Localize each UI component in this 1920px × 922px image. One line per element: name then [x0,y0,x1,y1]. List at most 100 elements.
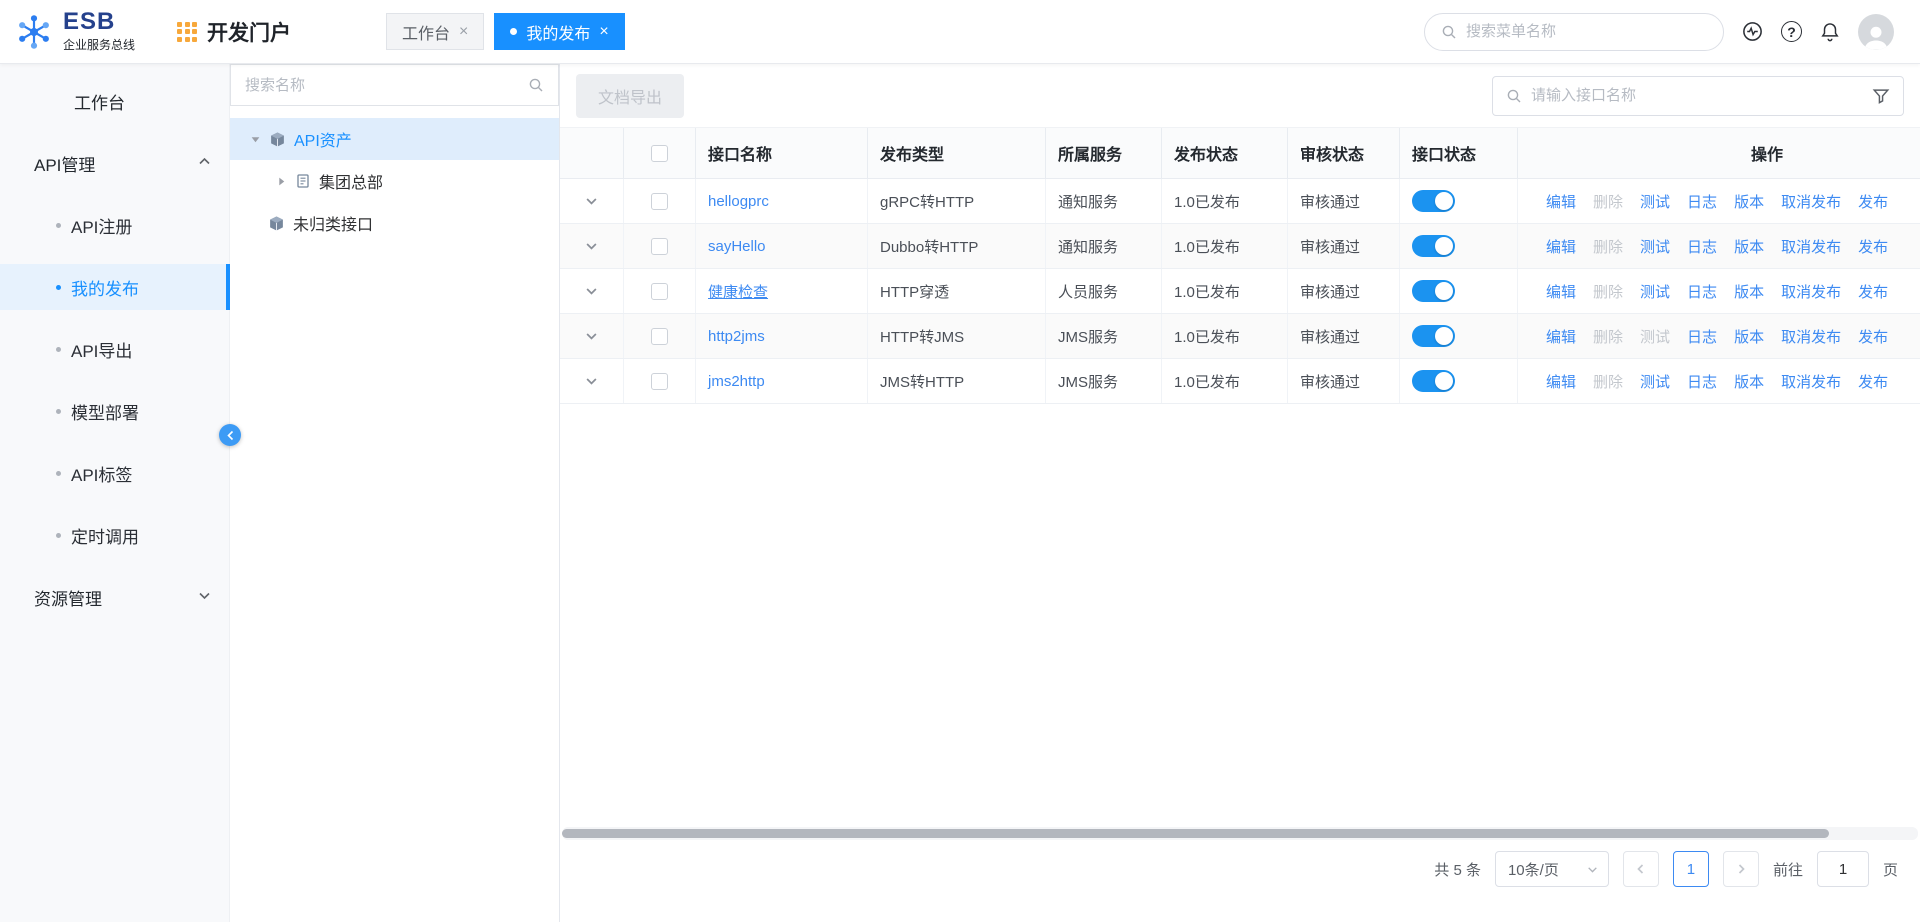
action-log-link[interactable]: 日志 [1687,371,1717,392]
action-publish-link[interactable]: 发布 [1858,236,1888,257]
sidebar-item-workbench[interactable]: 工作台 [0,78,229,124]
api-name-link[interactable]: 健康检查 [708,281,768,302]
sidebar-item-scheduled-call[interactable]: 定时调用 [0,512,229,558]
action-version-link[interactable]: 版本 [1734,281,1764,302]
action-delete-link[interactable]: 删除 [1593,191,1623,212]
action-edit-link[interactable]: 编辑 [1546,371,1576,392]
tab-my-publish[interactable]: 我的发布 × [494,13,625,50]
api-name-cell: http2jms [696,314,868,358]
action-test-link[interactable]: 测试 [1640,191,1670,212]
action-log-link[interactable]: 日志 [1687,236,1717,257]
row-checkbox[interactable] [651,372,668,390]
action-log-link[interactable]: 日志 [1687,281,1717,302]
tree-node-group-hq[interactable]: 集团总部 [230,160,559,202]
avatar[interactable] [1858,13,1894,50]
row-checkbox[interactable] [651,327,668,345]
row-select-cell [624,359,696,403]
api-name-link[interactable]: http2jms [708,328,765,345]
next-page-button[interactable] [1722,851,1759,887]
monitor-icon[interactable] [1741,20,1764,43]
api-status-toggle[interactable] [1412,370,1455,392]
row-checkbox[interactable] [651,282,668,300]
row-expand-icon[interactable] [584,194,599,209]
row-checkbox[interactable] [651,237,668,255]
sidebar-item-model-deploy[interactable]: 模型部署 [0,388,229,434]
filter-icon[interactable] [1872,87,1890,105]
api-name-cell: jms2http [696,359,868,403]
sidebar-group-resource-management[interactable]: 资源管理 [0,574,229,620]
scrollbar-thumb[interactable] [562,829,1829,838]
help-icon[interactable]: ? [1781,21,1802,42]
action-test-link[interactable]: 测试 [1640,281,1670,302]
action-edit-link[interactable]: 编辑 [1546,191,1576,212]
page-size-select[interactable]: 10条/页 [1494,851,1609,887]
api-status-toggle[interactable] [1412,325,1455,347]
sidebar-item-api-export[interactable]: API导出 [0,326,229,372]
menu-search-input[interactable] [1466,23,1707,40]
action-unpublish-link[interactable]: 取消发布 [1781,326,1841,347]
tab-close-icon[interactable]: × [599,23,608,41]
select-all-checkbox[interactable] [651,144,668,162]
sidebar-group-api-management[interactable]: API管理 [0,140,229,186]
action-test-link[interactable]: 测试 [1640,371,1670,392]
action-delete-link[interactable]: 删除 [1593,326,1623,347]
api-search-input[interactable] [1531,87,1863,104]
row-expand-icon[interactable] [584,374,599,389]
action-delete-link[interactable]: 删除 [1593,281,1623,302]
api-status-toggle[interactable] [1412,235,1455,257]
api-name-link[interactable]: sayHello [708,238,766,255]
action-publish-link[interactable]: 发布 [1858,191,1888,212]
action-edit-link[interactable]: 编辑 [1546,236,1576,257]
action-edit-link[interactable]: 编辑 [1546,326,1576,347]
caret-right-icon[interactable] [276,176,287,187]
tab-close-icon[interactable]: × [459,23,468,41]
row-checkbox[interactable] [651,192,668,210]
api-name-link[interactable]: jms2http [708,373,765,390]
search-icon[interactable] [528,77,544,93]
action-test-link[interactable]: 测试 [1640,236,1670,257]
action-edit-link[interactable]: 编辑 [1546,281,1576,302]
row-actions-cell: 编辑 删除 测试 日志 版本 取消发布 发布 [1518,269,1920,313]
bell-icon[interactable] [1819,21,1841,43]
page-number-button[interactable]: 1 [1672,851,1709,887]
row-expand-cell [560,224,624,268]
action-delete-link[interactable]: 删除 [1593,236,1623,257]
goto-page-input[interactable] [1816,851,1869,887]
action-unpublish-link[interactable]: 取消发布 [1781,191,1841,212]
row-expand-icon[interactable] [584,239,599,254]
row-expand-icon[interactable] [584,329,599,344]
action-publish-link[interactable]: 发布 [1858,326,1888,347]
tree-node-uncategorized[interactable]: 未归类接口 [230,202,559,244]
doc-export-button[interactable]: 文档导出 [576,73,685,118]
action-delete-link[interactable]: 删除 [1593,371,1623,392]
tree-search-input[interactable] [245,76,520,94]
row-expand-icon[interactable] [584,284,599,299]
sidebar-item-label: API导出 [71,341,133,361]
action-unpublish-link[interactable]: 取消发布 [1781,236,1841,257]
sidebar-item-api-tags[interactable]: API标签 [0,450,229,496]
tree-node-api-assets[interactable]: API资产 [230,118,559,160]
horizontal-scrollbar[interactable] [562,827,1918,840]
api-name-link[interactable]: hellogprc [708,193,769,210]
action-unpublish-link[interactable]: 取消发布 [1781,281,1841,302]
action-log-link[interactable]: 日志 [1687,191,1717,212]
sidebar-item-api-register[interactable]: API注册 [0,202,229,248]
action-test-link[interactable]: 测试 [1640,326,1670,347]
action-publish-link[interactable]: 发布 [1858,371,1888,392]
action-unpublish-link[interactable]: 取消发布 [1781,371,1841,392]
action-version-link[interactable]: 版本 [1734,371,1764,392]
api-status-toggle[interactable] [1412,280,1455,302]
sidebar-item-my-publish[interactable]: 我的发布 [0,264,230,310]
action-publish-link[interactable]: 发布 [1858,281,1888,302]
action-version-link[interactable]: 版本 [1734,236,1764,257]
prev-page-button[interactable] [1622,851,1659,887]
bullet-dot [56,408,61,414]
api-status-toggle[interactable] [1412,190,1455,212]
logo-subtitle: 企业服务总线 [63,38,136,52]
tab-workbench[interactable]: 工作台 × [386,13,485,50]
caret-down-icon[interactable] [250,134,261,145]
action-log-link[interactable]: 日志 [1687,326,1717,347]
action-version-link[interactable]: 版本 [1734,191,1764,212]
action-version-link[interactable]: 版本 [1734,326,1764,347]
collapse-sidebar-button[interactable] [219,424,241,446]
